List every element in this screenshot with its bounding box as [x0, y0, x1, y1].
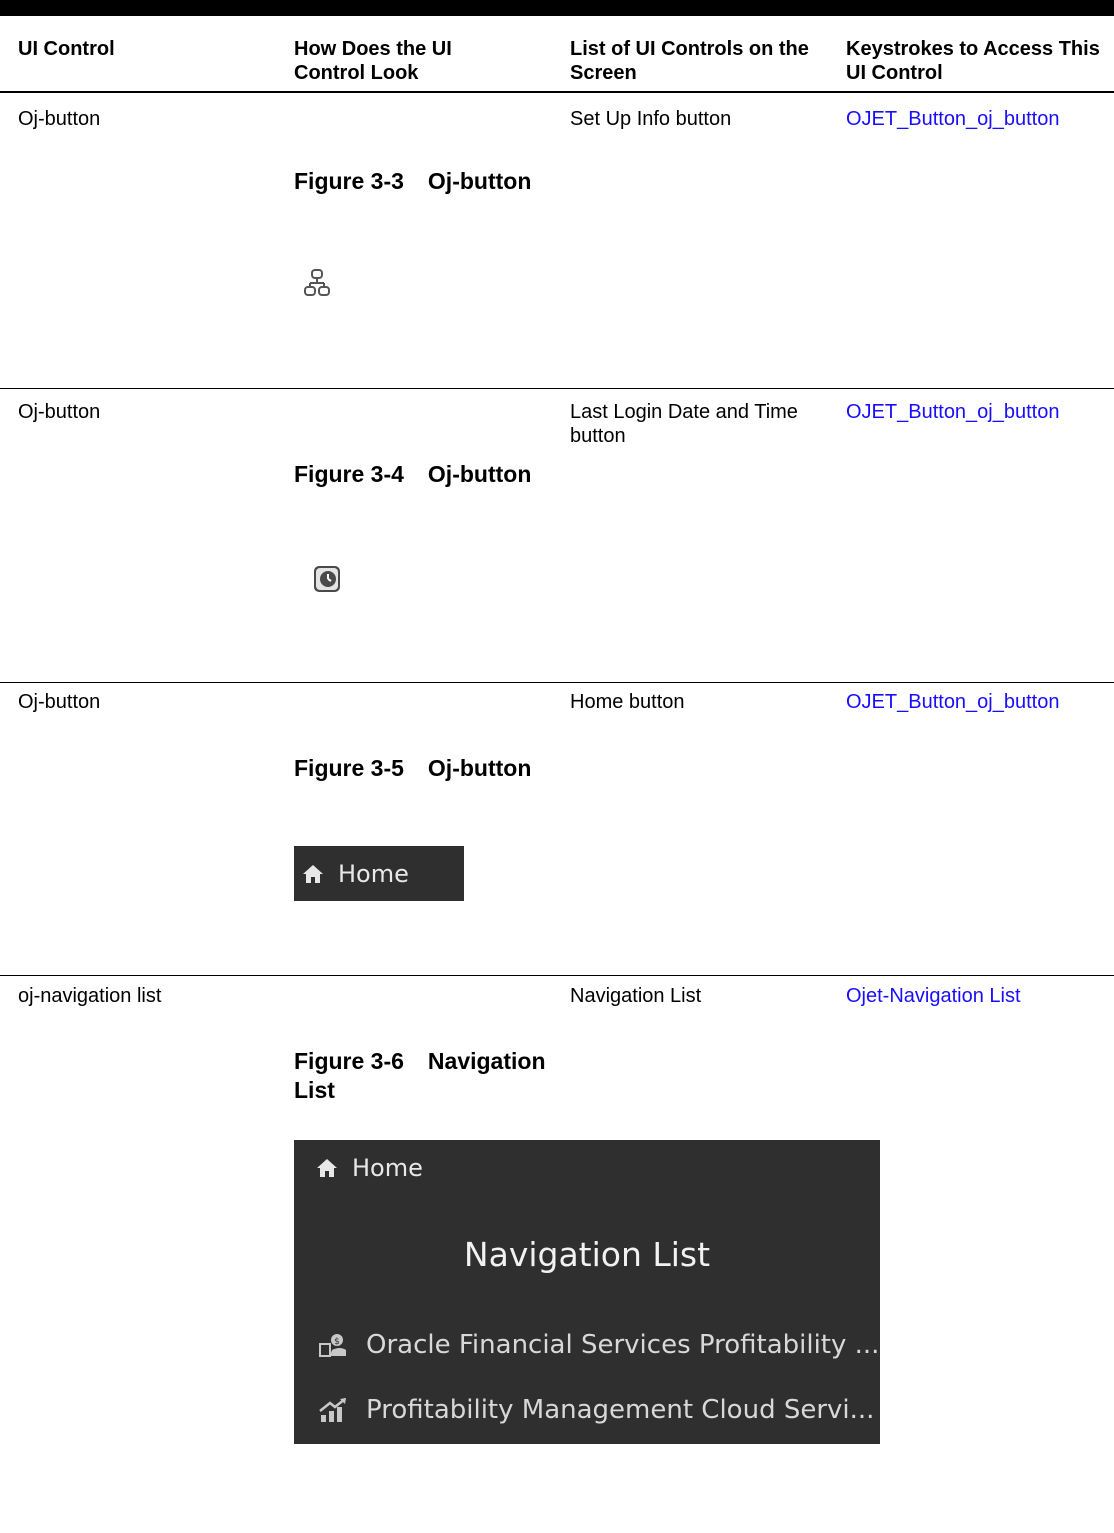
row4-control: oj-navigation list — [18, 985, 162, 1007]
org-chart-icon — [304, 268, 330, 303]
home-icon — [302, 864, 324, 884]
row1-figure-caption: Figure 3-3 Oj-button — [294, 167, 564, 196]
row1-figure-number: Figure 3-3 — [294, 168, 404, 194]
row3-control: Oj-button — [18, 691, 101, 713]
nav-list-item: Profitability Management Cloud Servi... — [318, 1395, 874, 1425]
row3-figure-title: Oj-button — [427, 755, 532, 781]
home-button-label: Home — [338, 859, 409, 888]
header-ui-control: UI Control — [18, 38, 115, 60]
header-separator — [0, 91, 1114, 93]
top-rule — [0, 0, 1114, 16]
nav-home-label: Home — [352, 1154, 423, 1182]
row1-control: Oj-button — [18, 108, 101, 130]
nav-list-item-label: Profitability Management Cloud Servi... — [366, 1395, 875, 1425]
row4-list: Navigation List — [570, 985, 702, 1007]
header-how-it-looks: How Does the UI Control Look — [294, 38, 452, 84]
row-separator — [0, 975, 1114, 976]
svg-text:$: $ — [334, 1337, 340, 1347]
clock-icon — [313, 565, 341, 598]
row4-figure-number: Figure 3-6 — [294, 1048, 404, 1074]
growth-chart-icon — [318, 1397, 348, 1423]
row3-figure-number: Figure 3-5 — [294, 755, 404, 781]
navigation-list-figure: Home Navigation List $ Oracle Financial … — [294, 1140, 880, 1444]
row2-figure-number: Figure 3-4 — [294, 461, 404, 487]
row2-keystrokes-link[interactable]: OJET_Button_oj_button — [846, 400, 1059, 424]
header-keystrokes: Keystrokes to Access This UI Control — [846, 38, 1100, 84]
home-button-figure: Home — [294, 846, 464, 901]
row4-keystrokes-link[interactable]: Ojet-Navigation List — [846, 984, 1021, 1008]
nav-list-item-label: Oracle Financial Services Profitability … — [366, 1330, 880, 1360]
nav-home-item: Home — [316, 1154, 423, 1182]
row3-figure-caption: Figure 3-5 Oj-button — [294, 754, 564, 783]
row2-control: Oj-button — [18, 401, 101, 423]
nav-list-item: $ Oracle Financial Services Profitabilit… — [318, 1330, 879, 1360]
row-separator — [0, 682, 1114, 683]
nav-list-title: Navigation List — [463, 1235, 711, 1274]
row2-figure-title: Oj-button — [427, 461, 532, 487]
row1-figure-title: Oj-button — [427, 168, 532, 194]
home-icon — [316, 1158, 338, 1178]
money-bag-icon: $ — [318, 1332, 348, 1358]
row1-list: Set Up Info button — [570, 108, 732, 130]
row-separator — [0, 388, 1114, 389]
row4-figure-caption: Figure 3-6 Navigation List — [294, 1047, 562, 1105]
row1-keystrokes-link[interactable]: OJET_Button_oj_button — [846, 107, 1059, 131]
row2-figure-caption: Figure 3-4 Oj-button — [294, 460, 564, 489]
header-list-of-controls: List of UI Controls on the Screen — [570, 38, 809, 84]
row3-keystrokes-link[interactable]: OJET_Button_oj_button — [846, 690, 1059, 714]
row3-list: Home button — [570, 691, 685, 713]
row2-list: Last Login Date and Time button — [570, 401, 798, 447]
